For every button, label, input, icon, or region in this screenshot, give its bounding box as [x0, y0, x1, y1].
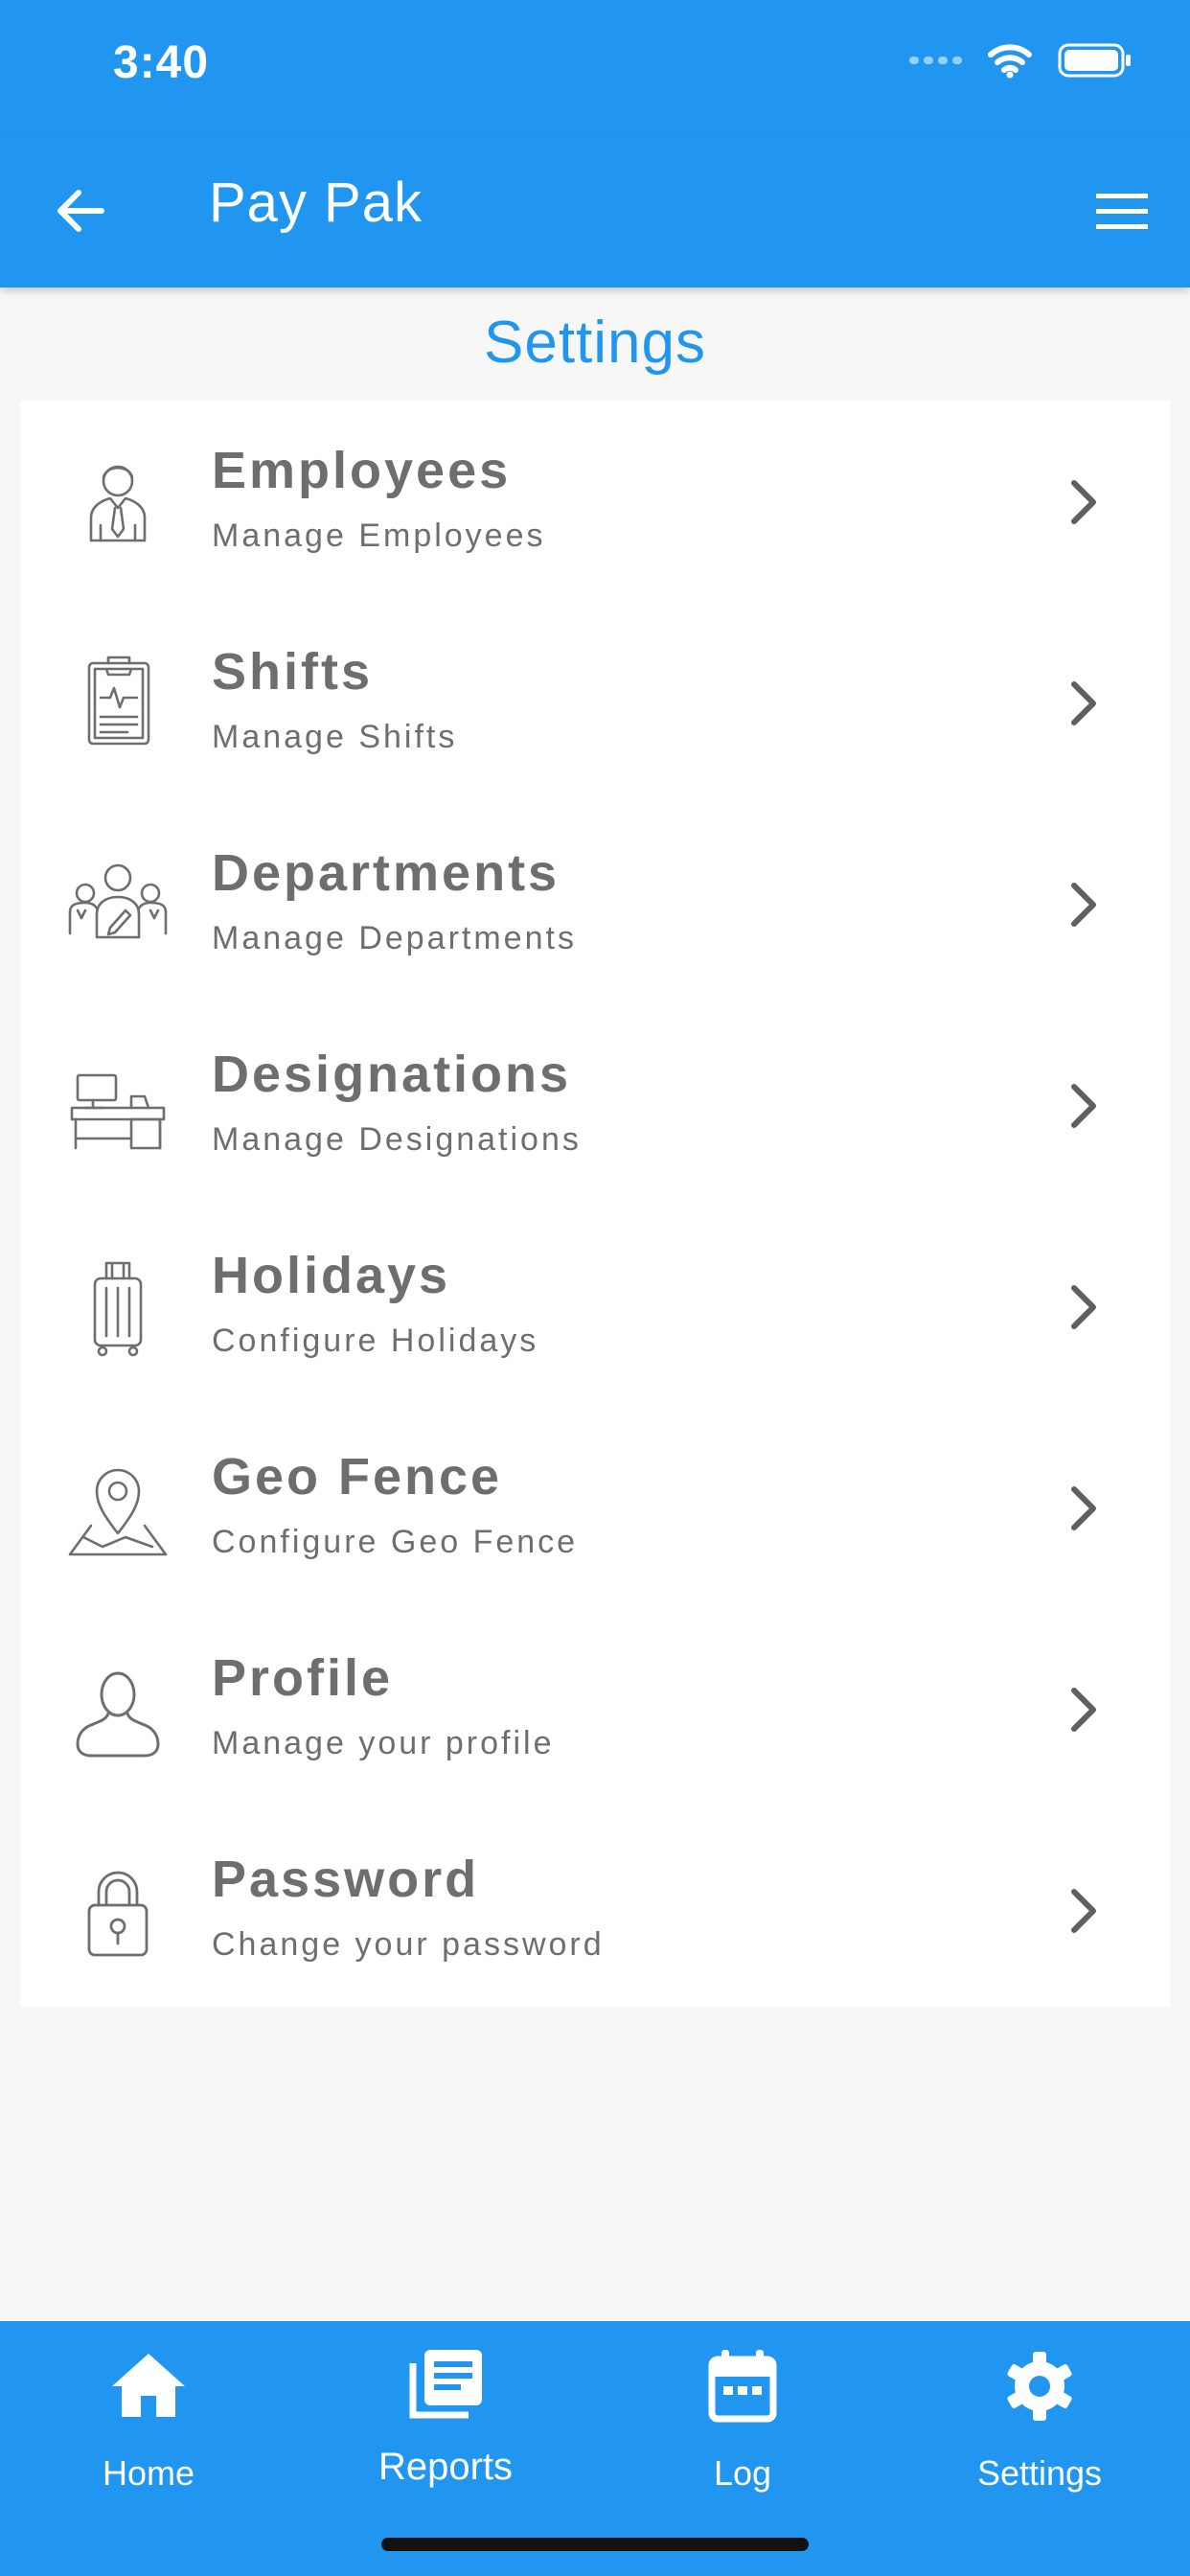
app-bar: Pay Pak: [0, 134, 1190, 288]
nav-item-home[interactable]: Home: [0, 2321, 297, 2542]
nav-item-settings[interactable]: Settings: [891, 2321, 1188, 2542]
settings-item-title: Shifts: [212, 643, 374, 701]
chevron-right-icon: [1071, 480, 1096, 524]
settings-item-title: Designations: [212, 1046, 572, 1103]
settings-item-title: Password: [212, 1851, 480, 1908]
user-icon: [76, 1671, 160, 1758]
nav-item-log[interactable]: Log: [594, 2321, 891, 2542]
settings-item-subtitle: Manage your profile: [212, 1725, 555, 1761]
status-icons: [909, 42, 1133, 79]
gear-icon: [1007, 2352, 1072, 2421]
home-icon: [112, 2354, 185, 2417]
settings-list: Employees Manage Employees Shifts Manage…: [20, 401, 1170, 2007]
team-icon: [68, 863, 168, 939]
nav-label: Settings: [976, 2453, 1103, 2493]
settings-item-title: Geo Fence: [212, 1448, 503, 1506]
chevron-right-icon: [1071, 1285, 1096, 1329]
battery-icon: [1058, 43, 1131, 78]
calendar-icon: [708, 2350, 777, 2423]
settings-item-title: Departments: [212, 844, 561, 902]
app-title: Pay Pak: [209, 172, 423, 234]
chevron-right-icon: [1071, 1084, 1096, 1128]
settings-item-subtitle: Manage Designations: [212, 1121, 582, 1158]
settings-item-subtitle: Change your password: [212, 1926, 605, 1963]
settings-item-title: Holidays: [212, 1247, 451, 1304]
luggage-icon: [93, 1261, 143, 1357]
home-indicator: [381, 2538, 809, 2551]
chevron-right-icon: [1071, 1889, 1096, 1933]
settings-item-profile[interactable]: Profile Manage your profile: [20, 1608, 1170, 1809]
nav-label: Log: [713, 2453, 772, 2493]
settings-item-departments[interactable]: Departments Manage Departments: [20, 803, 1170, 1004]
settings-item-password[interactable]: Password Change your password: [20, 1809, 1170, 2011]
status-bar: 3:40: [0, 0, 1190, 134]
settings-item-employees[interactable]: Employees Manage Employees: [20, 401, 1170, 602]
settings-item-subtitle: Configure Holidays: [212, 1322, 539, 1359]
chevron-right-icon: [1071, 883, 1096, 927]
reports-icon: [409, 2350, 482, 2419]
settings-item-title: Employees: [212, 442, 512, 499]
settings-item-title: Profile: [212, 1649, 394, 1707]
settings-item-holidays[interactable]: Holidays Configure Holidays: [20, 1206, 1170, 1407]
desk-icon: [70, 1073, 166, 1150]
settings-item-shifts[interactable]: Shifts Manage Shifts: [20, 602, 1170, 803]
page-title: Settings: [483, 310, 707, 376]
back-arrow-icon[interactable]: [50, 180, 111, 242]
settings-item-subtitle: Manage Shifts: [212, 719, 458, 755]
settings-item-subtitle: Configure Geo Fence: [212, 1524, 579, 1560]
settings-item-subtitle: Manage Departments: [212, 920, 577, 956]
map-pin-icon: [68, 1468, 168, 1556]
clipboard-icon: [87, 656, 150, 746]
lock-icon: [87, 1871, 149, 1957]
status-time: 3:40: [113, 37, 210, 88]
wifi-icon: [988, 44, 1032, 79]
nav-label: Reports: [378, 2446, 514, 2488]
chevron-right-icon: [1071, 1688, 1096, 1732]
chevron-right-icon: [1071, 681, 1096, 725]
settings-item-subtitle: Manage Employees: [212, 518, 546, 554]
settings-item-designations[interactable]: Designations Manage Designations: [20, 1004, 1170, 1206]
chevron-right-icon: [1071, 1486, 1096, 1530]
nav-label: Home: [102, 2453, 195, 2493]
signal-icon: [909, 57, 962, 64]
settings-item-geo-fence[interactable]: Geo Fence Configure Geo Fence: [20, 1407, 1170, 1608]
hamburger-menu-icon[interactable]: [1094, 184, 1150, 238]
employee-icon: [89, 465, 147, 542]
nav-item-reports[interactable]: Reports: [297, 2321, 594, 2542]
